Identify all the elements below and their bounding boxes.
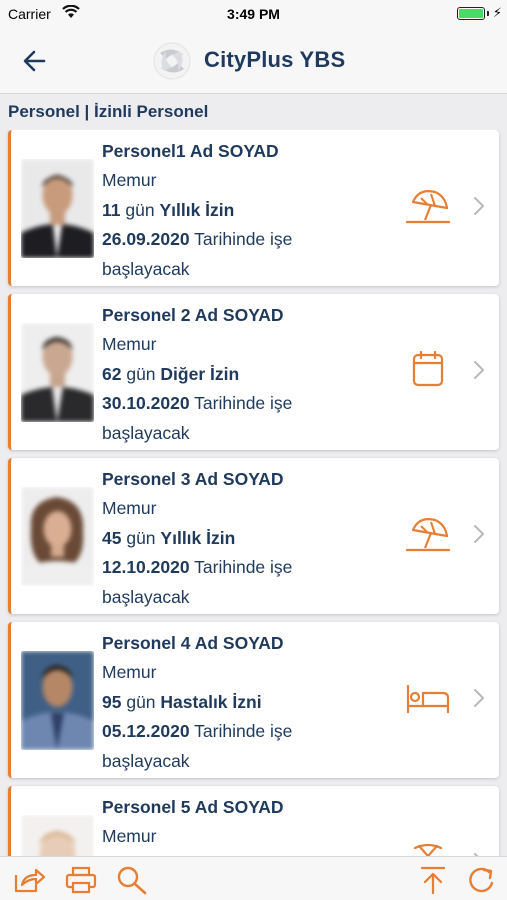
personnel-photo — [21, 487, 94, 586]
nav-bar: CityPlus YBS — [0, 28, 507, 94]
personnel-role: Memur — [102, 334, 157, 355]
beach-umbrella-icon — [405, 518, 451, 552]
return-note: başlayacak — [102, 258, 190, 279]
personnel-info: Personel1 Ad SOYAD Memur 11 gün Yıllık İ… — [102, 137, 292, 284]
leave-days: 62 — [102, 363, 122, 384]
personnel-info: Personel 4 Ad SOYAD Memur 95 gün Hastalı… — [102, 629, 292, 776]
chevron-right-icon[interactable] — [473, 524, 485, 544]
return-note: başlayacak — [102, 586, 190, 607]
personnel-info: Personel 3 Ad SOYAD Memur 45 gün Yıllık … — [102, 465, 292, 612]
status-bar: Carrier 3:49 PM ⚡ — [0, 0, 507, 28]
leave-days: 11 — [102, 199, 121, 220]
leave-type: Hastalık İzni — [160, 691, 262, 712]
personnel-card[interactable]: Personel1 Ad SOYAD Memur 11 gün Yıllık İ… — [8, 130, 499, 286]
return-date: 05.12.2020 — [102, 721, 190, 742]
personnel-name: Personel 3 Ad SOYAD — [102, 469, 284, 489]
personnel-card[interactable]: Personel 5 Ad SOYAD Memur — [8, 786, 499, 858]
personnel-name: Personel 5 Ad SOYAD — [102, 797, 284, 817]
personnel-info: Personel 2 Ad SOYAD Memur 62 gün Diğer İ… — [102, 301, 292, 448]
personnel-role: Memur — [102, 826, 157, 847]
personnel-name: Personel 4 Ad SOYAD — [102, 633, 284, 653]
chevron-right-icon[interactable] — [473, 688, 485, 708]
leave-days: 45 — [102, 527, 122, 548]
share-icon[interactable] — [12, 865, 46, 895]
leave-type: Diğer İzin — [160, 363, 240, 384]
charging-icon: ⚡ — [492, 5, 502, 20]
return-date: 30.10.2020 — [102, 393, 190, 414]
bottom-toolbar — [0, 856, 507, 900]
chevron-right-icon[interactable] — [473, 360, 485, 380]
return-date-suffix: Tarihinde işe — [194, 393, 293, 414]
personnel-name: Personel 2 Ad SOYAD — [102, 305, 284, 325]
refresh-icon[interactable] — [465, 865, 499, 895]
app-title: CityPlus YBS — [204, 47, 346, 72]
scroll-top-icon[interactable] — [416, 865, 450, 895]
battery-icon — [457, 7, 485, 20]
personnel-role: Memur — [102, 498, 157, 519]
leave-days-unit: gün — [126, 691, 156, 712]
leave-type: Yıllık İzin — [159, 199, 235, 220]
beach-umbrella-icon — [405, 190, 451, 224]
back-arrow-icon[interactable] — [20, 47, 52, 75]
breadcrumb: Personel | İzinli Personel — [8, 102, 209, 121]
personnel-card[interactable]: Personel 3 Ad SOYAD Memur 45 gün Yıllık … — [8, 458, 499, 614]
personnel-photo — [21, 651, 94, 750]
return-date: 26.09.2020 — [102, 229, 190, 250]
return-note: başlayacak — [102, 750, 190, 771]
calendar-icon — [412, 350, 444, 387]
print-icon[interactable] — [64, 865, 98, 895]
bed-icon — [406, 684, 450, 714]
return-date: 12.10.2020 — [102, 557, 190, 578]
personnel-photo — [21, 159, 94, 258]
leave-type: Yıllık İzin — [160, 527, 236, 548]
return-note: başlayacak — [102, 422, 190, 443]
battery-tip — [487, 11, 489, 16]
leave-days-unit: gün — [126, 527, 156, 548]
personnel-info: Personel 5 Ad SOYAD Memur — [102, 793, 284, 852]
personnel-role: Memur — [102, 170, 157, 191]
cityplus-logo — [153, 42, 191, 80]
chevron-right-icon[interactable] — [473, 196, 485, 216]
status-time: 3:49 PM — [227, 6, 280, 22]
leave-days-unit: gün — [125, 199, 155, 220]
personnel-card[interactable]: Personel 2 Ad SOYAD Memur 62 gün Diğer İ… — [8, 294, 499, 450]
personnel-role: Memur — [102, 662, 157, 683]
return-date-suffix: Tarihinde işe — [194, 229, 293, 250]
personnel-name: Personel1 Ad SOYAD — [102, 141, 279, 161]
leave-days-unit: gün — [126, 363, 156, 384]
return-date-suffix: Tarihinde işe — [194, 721, 293, 742]
search-icon[interactable] — [115, 865, 149, 895]
personnel-photo — [21, 815, 94, 858]
personnel-list[interactable]: Personel1 Ad SOYAD Memur 11 gün Yıllık İ… — [0, 130, 507, 858]
personnel-card[interactable]: Personel 4 Ad SOYAD Memur 95 gün Hastalı… — [8, 622, 499, 778]
personnel-photo — [21, 323, 94, 422]
leave-days: 95 — [102, 691, 122, 712]
return-date-suffix: Tarihinde işe — [194, 557, 293, 578]
